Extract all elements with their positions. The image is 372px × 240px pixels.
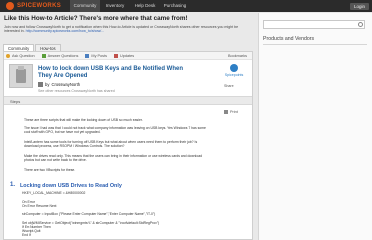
search-icon[interactable]: [358, 22, 363, 27]
join-banner-text: Join now and follow CrosswayNorth to get…: [4, 25, 249, 33]
intro-paragraph-5: There are two VBscripts for these.: [24, 168, 76, 172]
answer-icon: [41, 53, 46, 58]
right-sidebar: Products and Vendors: [258, 13, 372, 240]
intro-paragraph-4: Make the drives read only. This means th…: [24, 154, 202, 162]
usb-drive-image: [9, 64, 33, 88]
nav-help-desk[interactable]: Help Desk: [130, 0, 160, 12]
author-row: by CrosswayNorth: [38, 82, 80, 87]
article-panel: Ask Question Answer Questions My Posts U…: [3, 51, 253, 240]
posts-icon: [85, 53, 90, 58]
print-label: Print: [230, 110, 238, 114]
spicepoints-icon: [230, 64, 238, 72]
print-icon: [224, 110, 228, 114]
spicepoints-label: Spicepoints: [224, 73, 244, 77]
step-number: 1.: [10, 182, 16, 188]
intro-paragraph-1: These are three scripts that will make t…: [24, 118, 143, 122]
ask-question-label: Ask Question: [12, 53, 35, 58]
article-link[interactable]: http://community.spiceworks.com/how_to/s…: [26, 29, 105, 33]
spiceworks-logo[interactable]: SPICEWORKS: [6, 0, 70, 12]
author-avatar[interactable]: [38, 82, 43, 87]
logo-text: SPICEWORKS: [17, 3, 62, 9]
tab-community[interactable]: Community: [3, 44, 35, 51]
main-nav: Community Inventory Help Desk Purchasing: [70, 0, 190, 12]
step-title: Locking down USB Drives to Read Only: [20, 183, 122, 189]
spicepoints-badge: Spicepoints: [224, 64, 244, 82]
updates-label: Updates: [120, 53, 135, 58]
nav-community[interactable]: Community: [70, 0, 100, 12]
code-line: On Error Resume Next: [22, 204, 57, 208]
updates-link[interactable]: Updates: [114, 53, 135, 58]
by-label: by: [45, 82, 50, 87]
intro-paragraph-3: Intel/Lantern has some tools for turning…: [24, 140, 198, 148]
spiceworks-logo-icon: [6, 2, 14, 10]
top-navigation-bar: SPICEWORKS Community Inventory Help Desk…: [0, 0, 372, 12]
join-banner-title: Like this How-to Article? There's more w…: [4, 15, 188, 22]
divider: [263, 44, 367, 45]
community-tabs: Community How-tos: [3, 44, 62, 51]
author-name[interactable]: CrosswayNorth: [51, 82, 80, 87]
search-input[interactable]: [263, 20, 365, 29]
question-icon: [6, 53, 10, 58]
code-line: End If: [22, 233, 31, 237]
answer-questions-label: Answer Questions: [47, 53, 79, 58]
products-and-vendors-heading: Products and Vendors: [263, 36, 315, 42]
article-title: How to lock down USB Keys and Be Notifie…: [38, 66, 184, 79]
nav-inventory[interactable]: Inventory: [100, 0, 130, 12]
steps-label: Steps: [10, 99, 21, 104]
login-button[interactable]: Login: [349, 2, 369, 10]
tab-how-tos[interactable]: How-tos: [35, 44, 61, 51]
steps-header: Steps: [4, 96, 252, 105]
usb-icon: [16, 66, 26, 83]
nav-purchasing[interactable]: Purchasing: [160, 0, 190, 12]
code-line: strComputer = InputBox ("Please Enter Co…: [22, 212, 156, 216]
see-other-resources-link[interactable]: See other resources CrosswayNorth has sh…: [38, 89, 115, 93]
intro-paragraph-2: The issue I had was that I could not tra…: [24, 126, 206, 134]
ask-question-link[interactable]: Ask Question: [6, 53, 35, 58]
bookmarks-dropdown[interactable]: Bookmarks: [228, 54, 247, 58]
share-button[interactable]: Share: [224, 84, 234, 88]
answer-questions-link[interactable]: Answer Questions: [41, 53, 79, 58]
updates-icon: [114, 53, 119, 58]
print-button[interactable]: Print: [224, 110, 238, 114]
my-posts-link[interactable]: My Posts: [85, 53, 108, 58]
my-posts-label: My Posts: [91, 53, 108, 58]
community-subnav: Ask Question Answer Questions My Posts U…: [4, 52, 252, 60]
code-line: HKEY_LOCAL_MACHINE = &H80000002: [22, 191, 86, 195]
